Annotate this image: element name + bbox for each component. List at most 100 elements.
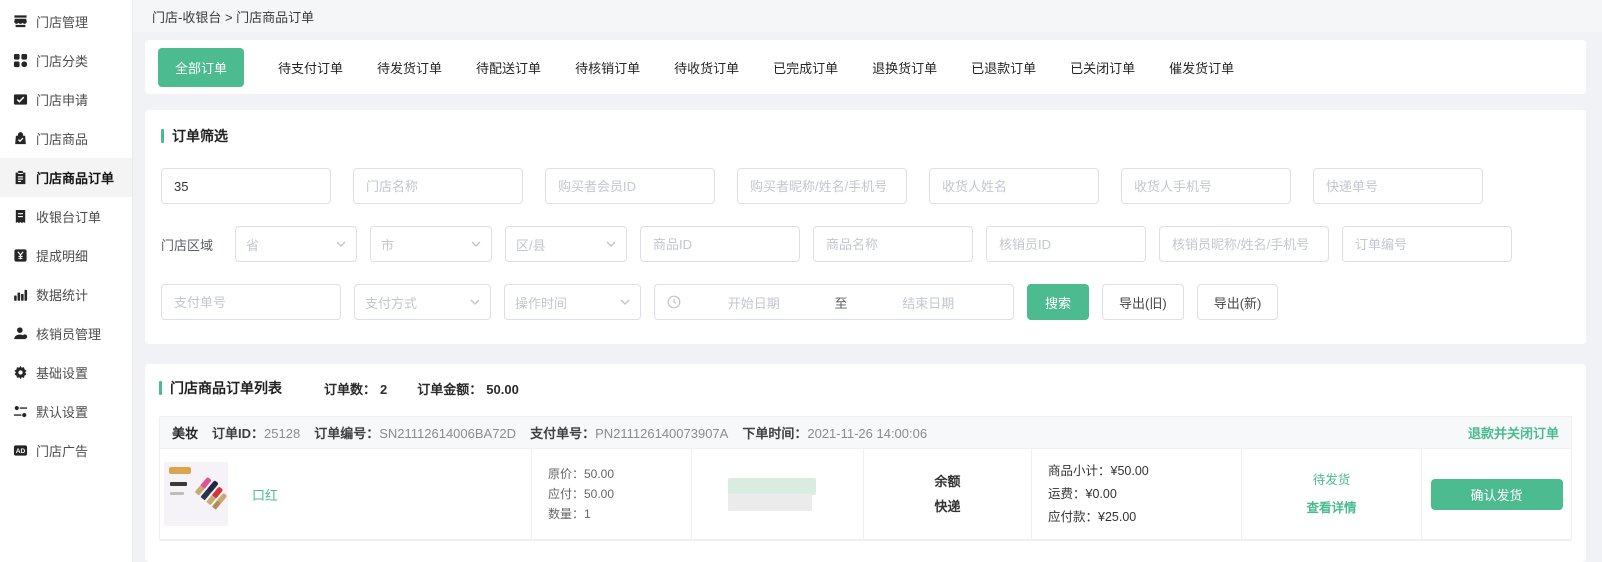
- sidebar-item-cashier-orders[interactable]: 收银台订单: [0, 197, 132, 236]
- payment-method-cell: 余额 快递: [864, 449, 1032, 539]
- order-row-group: 美妆 订单ID：25128 订单编号：SN21112614006BA72D 支付…: [159, 416, 1572, 541]
- sidebar-item-store-goods-orders[interactable]: 门店商品订单: [0, 158, 132, 197]
- province-select[interactable]: 省: [235, 226, 357, 262]
- operation-time-value: 操作时间: [515, 293, 567, 312]
- tab-pending-verification[interactable]: 待核销订单: [575, 58, 640, 77]
- sidebar-item-basic-settings[interactable]: 基础设置: [0, 353, 132, 392]
- freight: 运费：¥0.00: [1048, 483, 1149, 506]
- sidebar-item-store-management[interactable]: 门店管理: [0, 2, 132, 41]
- store-id-input[interactable]: [161, 168, 331, 204]
- payment-no-input[interactable]: [161, 284, 341, 320]
- order-id: 订单ID：25128: [212, 423, 300, 442]
- verifier-id-input[interactable]: [986, 226, 1146, 262]
- export-old-button[interactable]: 导出(旧): [1102, 284, 1184, 320]
- chevron-down-icon: [470, 299, 480, 305]
- tab-pending-shipment[interactable]: 待发货订单: [377, 58, 442, 77]
- tab-all-orders[interactable]: 全部订单: [158, 48, 244, 87]
- sliders-icon: [13, 404, 28, 419]
- status-cell: 待发货 查看详情: [1242, 449, 1422, 539]
- sidebar-item-store-application[interactable]: 门店申请: [0, 80, 132, 119]
- product-name-link[interactable]: 口红: [252, 485, 278, 504]
- amounts-cell: 商品小计：¥50.00 运费：¥0.00 应付款：¥25.00: [1032, 449, 1242, 539]
- inbox-check-icon: [13, 92, 28, 107]
- consignee-phone-input[interactable]: [1121, 168, 1291, 204]
- chevron-down-icon: [606, 241, 616, 247]
- sidebar-item-label: 提成明细: [36, 246, 88, 265]
- view-details-link[interactable]: 查看详情: [1306, 494, 1356, 522]
- storefront-icon: [13, 14, 28, 29]
- order-no-input[interactable]: [1342, 226, 1512, 262]
- chevron-down-icon: [471, 241, 481, 247]
- title-accent-bar: [159, 381, 162, 395]
- tab-closed[interactable]: 已关闭订单: [1070, 58, 1135, 77]
- tracking-no-input[interactable]: [1313, 168, 1483, 204]
- quantity: 数量：1: [548, 504, 614, 524]
- order-count: 订单数：2: [324, 379, 387, 398]
- sidebar-item-label: 收银台订单: [36, 207, 101, 226]
- tab-pending-receipt[interactable]: 待收货订单: [674, 58, 739, 77]
- end-date-placeholder: 结束日期: [856, 293, 1002, 312]
- export-new-button[interactable]: 导出(新): [1197, 284, 1279, 320]
- filter-title-text: 订单筛选: [172, 126, 228, 146]
- verifier-nickname-input[interactable]: [1159, 226, 1329, 262]
- filter-row-2: 门店区域 省 市 区/县: [161, 226, 1570, 262]
- due-price: 应付：50.00: [548, 484, 614, 504]
- tab-pending-delivery[interactable]: 待配送订单: [476, 58, 541, 77]
- filter-section-title: 订单筛选: [161, 126, 1570, 146]
- delivery-method: 快递: [934, 494, 960, 519]
- payment-method: 余额: [934, 469, 960, 494]
- chevron-down-icon: [620, 299, 630, 305]
- district-select-value: 区/县: [516, 235, 546, 254]
- refund-close-link[interactable]: 退款并关闭订单: [1468, 423, 1559, 442]
- tab-urge-shipment[interactable]: 催发货订单: [1169, 58, 1234, 77]
- tab-pending-payment[interactable]: 待支付订单: [278, 58, 343, 77]
- tab-refunded[interactable]: 已退款订单: [971, 58, 1036, 77]
- consignee-name-input[interactable]: [929, 168, 1099, 204]
- sidebar-item-label: 门店商品: [36, 129, 88, 148]
- order-sn: 订单编号：SN21112614006BA72D: [314, 423, 516, 442]
- date-range-picker[interactable]: 开始日期 至 结束日期: [654, 284, 1014, 320]
- sidebar-item-verifier-management[interactable]: 核销员管理: [0, 314, 132, 353]
- district-select[interactable]: 区/县: [505, 226, 627, 262]
- order-list-card: 门店商品订单列表 订单数：2 订单金额：50.00 美妆 订单ID：25128 …: [145, 364, 1586, 562]
- sidebar-item-store-category[interactable]: 门店分类: [0, 41, 132, 80]
- sidebar-item-label: 核销员管理: [36, 324, 101, 343]
- sidebar-item-default-settings[interactable]: 默认设置: [0, 392, 132, 431]
- city-select[interactable]: 市: [370, 226, 492, 262]
- buyer-cell: [692, 449, 864, 539]
- chevron-down-icon: [336, 241, 346, 247]
- buyer-nickname-input[interactable]: [737, 168, 907, 204]
- title-accent-bar: [161, 129, 164, 143]
- filter-row-1: [161, 168, 1570, 204]
- order-list-header: 门店商品订单列表 订单数：2 订单金额：50.00: [159, 378, 1572, 398]
- sidebar-item-commission-details[interactable]: 提成明细: [0, 236, 132, 275]
- bar-chart-icon: [13, 287, 28, 302]
- action-cell: 确认发货: [1422, 449, 1571, 539]
- sidebar-item-store-ads[interactable]: AD 门店广告: [0, 431, 132, 470]
- tab-return-exchange[interactable]: 退换货订单: [872, 58, 937, 77]
- confirm-shipment-button[interactable]: 确认发货: [1431, 479, 1563, 510]
- price-cell: 原价：50.00 应付：50.00 数量：1: [532, 449, 692, 539]
- tab-completed[interactable]: 已完成订单: [773, 58, 838, 77]
- operation-time-select[interactable]: 操作时间: [504, 284, 641, 320]
- order-list-title: 门店商品订单列表: [159, 378, 282, 398]
- product-name-input[interactable]: [813, 226, 973, 262]
- payment-method-select[interactable]: 支付方式: [354, 284, 491, 320]
- gear-icon: [13, 365, 28, 380]
- store-name-input[interactable]: [353, 168, 523, 204]
- sidebar-item-label: 基础设置: [36, 363, 88, 382]
- search-button[interactable]: 搜索: [1027, 284, 1089, 320]
- main-content: 门店-收银台 > 门店商品订单 全部订单 待支付订单 待发货订单 待配送订单 待…: [133, 0, 1602, 562]
- ad-icon: AD: [13, 443, 28, 458]
- sidebar-item-label: 门店管理: [36, 12, 88, 31]
- breadcrumb-text: 门店-收银台 > 门店商品订单: [152, 7, 314, 26]
- redacted-buyer-phone: [728, 494, 812, 511]
- sidebar-item-data-statistics[interactable]: 数据统计: [0, 275, 132, 314]
- store-name: 美妆: [172, 423, 198, 442]
- clock-icon: [667, 295, 681, 309]
- sidebar-item-label: 门店申请: [36, 90, 88, 109]
- product-cell: 口红: [160, 449, 532, 539]
- sidebar-item-store-goods[interactable]: 门店商品: [0, 119, 132, 158]
- buyer-member-id-input[interactable]: [545, 168, 715, 204]
- product-id-input[interactable]: [640, 226, 800, 262]
